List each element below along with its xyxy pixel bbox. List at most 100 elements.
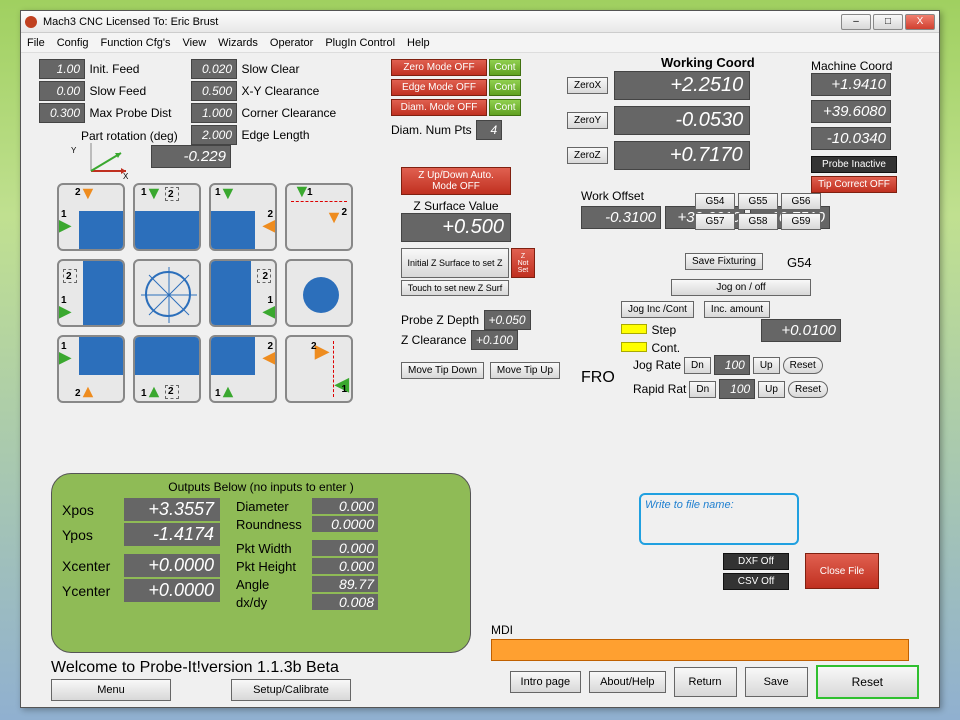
g56-button[interactable]: G56 (781, 193, 821, 210)
menu-function-cfgs[interactable]: Function Cfg's (101, 37, 171, 49)
g55-button[interactable]: G55 (738, 193, 778, 210)
probe-edge-right[interactable]: 2◀1 (209, 259, 277, 327)
work-y-value[interactable]: -0.0530 (614, 106, 750, 135)
titlebar: Mach3 CNC Licensed To: Eric Brust – □ X (21, 11, 939, 33)
menu-operator[interactable]: Operator (270, 37, 313, 49)
diam-mode-button[interactable]: Diam. Mode OFF (391, 99, 487, 116)
about-button[interactable]: About/Help (589, 671, 665, 693)
save-fixturing-button[interactable]: Save Fixturing (685, 253, 763, 270)
xy-clear-value[interactable]: 0.500 (191, 81, 237, 101)
inc-amount-button[interactable]: Inc. amount (704, 301, 770, 318)
file-prompt: Write to file name: (645, 499, 734, 511)
probe-line-top[interactable]: ▼1▼2 (285, 183, 353, 251)
offset-a: -0.3100 (581, 206, 661, 229)
init-feed-label: Init. Feed (89, 62, 139, 76)
menu-view[interactable]: View (183, 37, 207, 49)
edge-mode-button[interactable]: Edge Mode OFF (391, 79, 487, 96)
diam-pts-value[interactable]: 4 (476, 120, 502, 140)
diam-cont-button[interactable]: Cont (489, 99, 521, 116)
intro-button[interactable]: Intro page (510, 671, 582, 693)
dxf-button[interactable]: DXF Off (723, 553, 789, 570)
jog-rate-up[interactable]: Up (753, 357, 780, 374)
setup-button[interactable]: Setup/Calibrate (231, 679, 351, 701)
work-z-value[interactable]: +0.7170 (614, 141, 750, 170)
zero-z-button[interactable]: ZeroZ (567, 147, 608, 164)
save-button[interactable]: Save (745, 667, 808, 697)
probe-edge-left[interactable]: 2▶1 (57, 259, 125, 327)
zero-cont-button[interactable]: Cont (489, 59, 521, 76)
probe-corner-tl[interactable]: ▼2▶1 (57, 183, 125, 251)
menu-file[interactable]: File (27, 37, 45, 49)
rapid-value[interactable]: 100 (719, 379, 755, 399)
zero-y-button[interactable]: ZeroY (567, 112, 608, 129)
z-surface-value[interactable]: +0.500 (401, 213, 511, 242)
probe-corner-tr[interactable]: ▼1◀2 (209, 183, 277, 251)
edge-cont-button[interactable]: Cont (489, 79, 521, 96)
csv-button[interactable]: CSV Off (723, 573, 789, 590)
g54-button[interactable]: G54 (695, 193, 735, 210)
menu-help[interactable]: Help (407, 37, 430, 49)
z-not-set-indicator: Z Not Set (511, 248, 535, 278)
file-name-box[interactable]: Write to file name: (639, 493, 799, 545)
work-x-value[interactable]: +2.2510 (614, 71, 750, 100)
z-clearance-label: Z Clearance (401, 333, 466, 347)
outputs-panel: Outputs Below (no inputs to enter ) Xpos… (51, 473, 471, 653)
zero-mode-button[interactable]: Zero Mode OFF (391, 59, 487, 76)
minimize-button[interactable]: – (841, 14, 871, 30)
close-button[interactable]: X (905, 14, 935, 30)
rapid-dn[interactable]: Dn (689, 381, 716, 398)
rapid-reset[interactable]: Reset (788, 381, 828, 398)
step-led (621, 324, 647, 334)
menu-config[interactable]: Config (57, 37, 89, 49)
g59-button[interactable]: G59 (781, 213, 821, 230)
jog-reset[interactable]: Reset (783, 357, 823, 374)
probe-edge-bottom[interactable]: ▼12 (133, 335, 201, 403)
jog-rate-dn[interactable]: Dn (684, 357, 711, 374)
z-auto-button[interactable]: Z Up/Down Auto. Mode OFF (401, 167, 511, 195)
menu-button[interactable]: Menu (51, 679, 171, 701)
probe-z-depth-value[interactable]: +0.050 (484, 310, 531, 330)
jog-rate-value[interactable]: 100 (714, 355, 750, 375)
slow-clear-value[interactable]: 0.020 (191, 59, 237, 79)
cont-label: Cont. (651, 341, 680, 355)
probe-line-right[interactable]: ▶2◀1 (285, 335, 353, 403)
probe-circle-out[interactable] (133, 259, 201, 327)
max-probe-value[interactable]: 0.300 (39, 103, 85, 123)
reset-button[interactable]: Reset (816, 665, 919, 699)
mdi-label: MDI (491, 623, 909, 637)
move-tip-up-button[interactable]: Move Tip Up (490, 362, 560, 379)
probe-corner-br[interactable]: ▼1◀2 (209, 335, 277, 403)
move-tip-down-button[interactable]: Move Tip Down (401, 362, 484, 379)
corner-clear-value[interactable]: 1.000 (191, 103, 237, 123)
zero-x-button[interactable]: ZeroX (567, 77, 608, 94)
edge-len-value[interactable]: 2.000 (191, 125, 237, 145)
svg-text:X: X (123, 172, 129, 181)
probe-circle-solid[interactable] (285, 259, 353, 327)
z-clearance-value[interactable]: +0.100 (471, 330, 518, 350)
rapid-up[interactable]: Up (758, 381, 785, 398)
slow-feed-value[interactable]: 0.00 (39, 81, 85, 101)
working-coord-header: Working Coord (661, 55, 755, 70)
menu-plugin-control[interactable]: PlugIn Control (325, 37, 395, 49)
g58-button[interactable]: G58 (738, 213, 778, 230)
jog-rate-label: Jog Rate (633, 358, 681, 372)
ycenter-value: +0.0000 (124, 579, 220, 602)
menu-wizards[interactable]: Wizards (218, 37, 258, 49)
probe-edge-top[interactable]: ▼12 (133, 183, 201, 251)
inc-amount-value[interactable]: +0.0100 (761, 319, 841, 342)
probe-corner-bl[interactable]: ▼2▶1 (57, 335, 125, 403)
mdi-input[interactable] (491, 639, 909, 661)
init-feed-value[interactable]: 1.00 (39, 59, 85, 79)
jog-onoff-button[interactable]: Jog on / off (671, 279, 811, 296)
g57-button[interactable]: G57 (695, 213, 735, 230)
jog-inc-cont-button[interactable]: Jog Inc /Cont (621, 301, 694, 318)
initial-z-button[interactable]: Initial Z Surface to set Z (401, 248, 509, 278)
maximize-button[interactable]: □ (873, 14, 903, 30)
return-button[interactable]: Return (674, 667, 737, 697)
machine-x-value: +1.9410 (811, 73, 891, 96)
touch-z-button[interactable]: Touch to set new Z Surf (401, 280, 509, 296)
part-rotation-value[interactable]: -0.229 (151, 145, 231, 168)
content-area: 1.00 Init. Feed 0.00 Slow Feed 0.300 Max… (21, 53, 939, 707)
close-file-button[interactable]: Close File (805, 553, 879, 589)
axis-icon: YX (71, 141, 131, 181)
